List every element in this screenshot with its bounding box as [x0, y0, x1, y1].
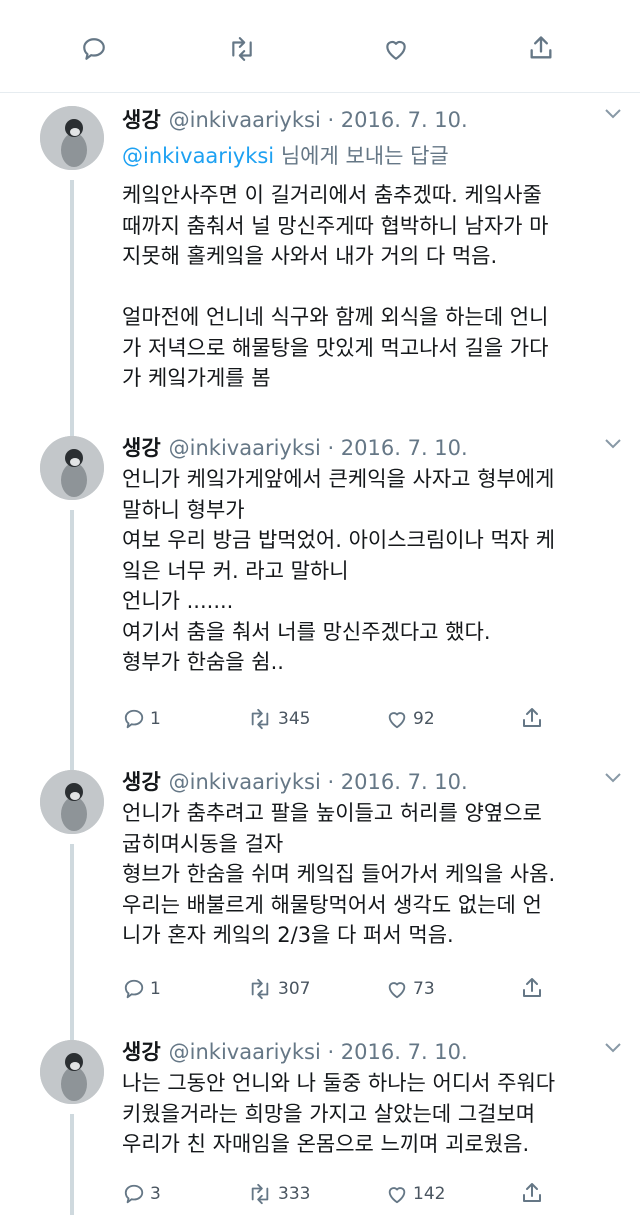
tweet-line: 형부가 한숨을 쉼.. [122, 650, 284, 674]
chevron-down-icon[interactable] [604, 770, 622, 789]
reply-mention-link[interactable]: @inkivaariyksi [122, 144, 274, 168]
tweet-line: 잌은 너무 커. 라고 말하니 [122, 558, 349, 583]
handle-date: @inkivaariyksi · 2016. 7. 10. [168, 770, 468, 794]
handle-date: @inkivaariyksi · 2016. 7. 10. [168, 1040, 468, 1064]
tweet-line: 여기서 춤을 춰서 너를 망신주겠다고 했다. [122, 619, 491, 644]
tweet[interactable]: 생강 @inkivaariyksi · 2016. 7. 10. 언니가 케잌가게… [0, 424, 640, 756]
retweet-count: 345 [278, 709, 311, 729]
reply-button[interactable]: 1 [122, 708, 161, 730]
tweet-line: 지못해 홀케잌을 사와서 내가 거의 다 먹음. [122, 244, 498, 268]
retweet-icon[interactable] [226, 36, 258, 62]
like-icon[interactable] [382, 36, 410, 62]
like-count: 73 [413, 979, 435, 999]
tweet-line: 말하니 형부가 [122, 497, 245, 522]
like-count: 142 [413, 1184, 446, 1204]
tweet-line: 케잌안사주면 이 길거리에서 춤추겠따. 케잌사줄 [122, 183, 542, 207]
top-action-bar [0, 0, 640, 93]
tweet-header: 생강 @inkivaariyksi · 2016. 7. 10. [122, 104, 468, 134]
chevron-down-icon[interactable] [604, 436, 622, 455]
thread-line [70, 1026, 74, 1040]
tweet[interactable]: 생강 @inkivaariyksi · 2016. 7. 10. 언니가 춤추려고… [0, 756, 640, 1026]
thread-line [70, 510, 74, 756]
like-icon [385, 708, 409, 730]
avatar[interactable] [40, 1040, 104, 1104]
share-button[interactable] [520, 1181, 544, 1205]
tweet-body: 언니가 춤추려고 팔을 높이들고 허리를 양옆으로 굽히며시동을 걸자 형브가 … [122, 798, 627, 951]
tweet-line: 언니가 ....... [122, 589, 234, 613]
tweet-line: 나는 그동안 언니와 나 둘중 하나는 어디서 주워다 [122, 1071, 556, 1095]
tweet-line: 언니가 케잌가게앞에서 큰케익을 사자고 형부에게 [122, 467, 555, 491]
display-name[interactable]: 생강 [122, 108, 161, 132]
reply-button[interactable]: 3 [122, 1183, 161, 1205]
display-name[interactable]: 생강 [122, 436, 161, 460]
like-button[interactable]: 142 [385, 1183, 445, 1205]
tweet-line: 여보 우리 방금 밥먹었어. 아이스크림이나 먹자 케 [122, 528, 556, 552]
thread-line [70, 756, 74, 770]
share-icon[interactable] [527, 34, 555, 62]
tweet-line: 가 저녁으로 해물탕을 맛있게 먹고나서 길을 가다 [122, 335, 549, 360]
tweet[interactable]: 생강 @inkivaariyksi · 2016. 7. 10. 나는 그동안 언… [0, 1026, 640, 1215]
reply-to-suffix: 님에게 보내는 답글 [274, 144, 449, 168]
share-button[interactable] [520, 976, 544, 1000]
tweet-line: 언니가 춤추려고 팔을 높이들고 허리를 양옆으로 [122, 801, 542, 825]
retweet-button[interactable]: 307 [246, 978, 310, 1000]
tweet-line: 키웠을거라는 희망을 가지고 살았는데 그걸보며 [122, 1101, 536, 1126]
reply-icon[interactable] [80, 36, 108, 62]
tweet-line: 니가 혼자 케잌의 2/3을 다 퍼서 먹음. [122, 923, 454, 947]
tweet-body: 케잌안사주면 이 길거리에서 춤추겠따. 케잌사줄 때까지 춤춰서 널 망신주게… [122, 180, 627, 394]
chevron-down-icon[interactable] [604, 1040, 622, 1059]
share-button[interactable] [520, 706, 544, 730]
avatar[interactable] [40, 436, 104, 500]
tweet-line: 우리가 친 자매임을 온몸으로 느끼며 괴로웠음. [122, 1132, 530, 1156]
reply-icon [122, 708, 146, 730]
retweet-icon [246, 978, 274, 1000]
retweet-count: 333 [278, 1184, 311, 1204]
avatar[interactable] [40, 770, 104, 834]
tweet-header: 생강 @inkivaariyksi · 2016. 7. 10. [122, 432, 468, 462]
tweet-line: 얼마전에 언니네 식구와 함께 외식을 하는데 언니 [122, 305, 549, 329]
display-name[interactable]: 생강 [122, 770, 161, 794]
share-icon [520, 976, 544, 1000]
reply-icon [122, 1183, 146, 1205]
thread-line [70, 180, 74, 424]
reply-count: 1 [150, 979, 161, 999]
display-name[interactable]: 생강 [122, 1040, 161, 1064]
thread-line [70, 1114, 74, 1215]
tweet-line: 가 케잌가게를 봄 [122, 366, 271, 390]
tweet-line: 때까지 춤춰서 널 망신주게따 협박하니 남자가 마 [122, 213, 549, 238]
retweet-button[interactable]: 333 [246, 1183, 310, 1205]
retweet-count: 307 [278, 979, 311, 999]
tweet-line: 형브가 한숨을 쉬며 케잌집 들어가서 케잌을 사옴. [122, 862, 556, 886]
share-icon [520, 706, 544, 730]
reply-count: 1 [150, 709, 161, 729]
handle-date: @inkivaariyksi · 2016. 7. 10. [168, 436, 468, 460]
chevron-down-icon[interactable] [604, 106, 622, 125]
tweet-line: 굽히며시동을 걸자 [122, 831, 284, 856]
thread-line [70, 844, 74, 1026]
tweet-body: 언니가 케잌가게앞에서 큰케익을 사자고 형부에게 말하니 형부가 여보 우리 … [122, 464, 627, 678]
reply-icon [122, 978, 146, 1000]
reply-button[interactable]: 1 [122, 978, 161, 1000]
like-count: 92 [413, 709, 435, 729]
tweet-header: 생강 @inkivaariyksi · 2016. 7. 10. [122, 766, 468, 796]
retweet-button[interactable]: 345 [246, 708, 310, 730]
tweet[interactable]: 생강 @inkivaariyksi · 2016. 7. 10. @inkivaa… [0, 92, 640, 424]
reply-count: 3 [150, 1184, 161, 1204]
avatar[interactable] [40, 106, 104, 170]
tweet-line: 우리는 배불르게 해물탕먹어서 생각도 없는데 언 [122, 892, 542, 917]
retweet-icon [246, 708, 274, 730]
like-button[interactable]: 92 [385, 708, 435, 730]
like-icon [385, 1183, 409, 1205]
tweet-header: 생강 @inkivaariyksi · 2016. 7. 10. [122, 1036, 468, 1066]
retweet-icon [246, 1183, 274, 1205]
share-icon [520, 1181, 544, 1205]
reply-to-line: @inkivaariyksi 님에게 보내는 답글 [122, 140, 449, 170]
handle-date: @inkivaariyksi · 2016. 7. 10. [168, 108, 468, 132]
like-button[interactable]: 73 [385, 978, 435, 1000]
tweet-body: 나는 그동안 언니와 나 둘중 하나는 어디서 주워다 키웠을거라는 희망을 가… [122, 1068, 627, 1160]
like-icon [385, 978, 409, 1000]
tweet-line [122, 272, 627, 303]
